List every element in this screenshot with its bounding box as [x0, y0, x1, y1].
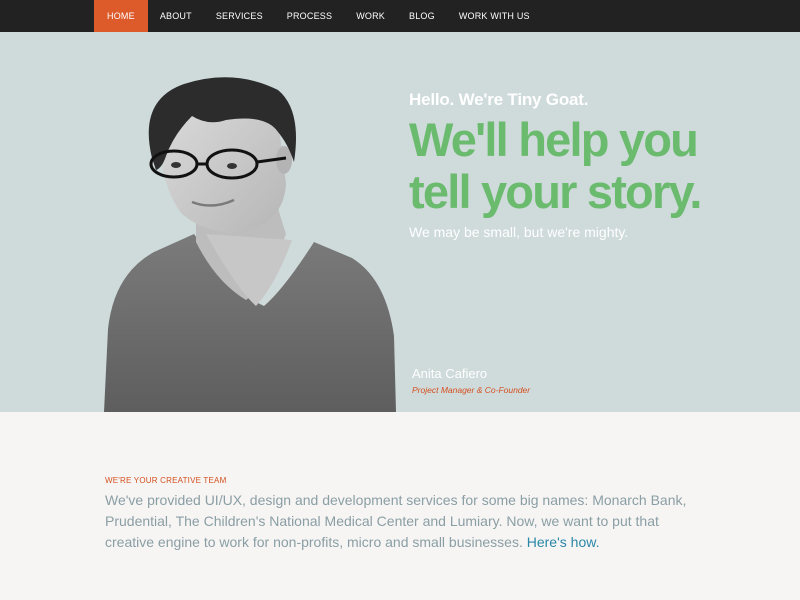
hero-copy: Hello. We're Tiny Goat. We'll help you t… — [409, 90, 789, 240]
nav-item-about[interactable]: ABOUT — [148, 0, 204, 32]
hero-headline: We'll help you tell your story. — [409, 114, 789, 218]
team-member-name: Anita Cafiero — [412, 366, 488, 381]
hero-tagline: We may be small, but we're mighty. — [409, 224, 629, 240]
hero-banner: Hello. We're Tiny Goat. We'll help you t… — [0, 32, 800, 412]
nav-menu: HOME ABOUT SERVICES PROCESS WORK BLOG WO… — [94, 0, 542, 32]
nav-item-work-with-us[interactable]: WORK WITH US — [447, 0, 542, 32]
heres-how-link[interactable]: Here's how. — [527, 534, 600, 550]
hero-headline-line-2: tell your story. — [409, 165, 702, 218]
team-member-photo — [104, 77, 396, 412]
nav-item-blog[interactable]: BLOG — [397, 0, 447, 32]
intro-paragraph: We've provided UI/UX, design and develop… — [105, 490, 705, 553]
nav-item-home[interactable]: HOME — [94, 0, 148, 32]
intro-section: WE'RE YOUR CREATIVE TEAM We've provided … — [105, 476, 705, 553]
section-label: WE'RE YOUR CREATIVE TEAM — [105, 476, 227, 485]
nav-item-services[interactable]: SERVICES — [204, 0, 275, 32]
hero-greeting: Hello. We're Tiny Goat. — [409, 90, 589, 109]
nav-item-work[interactable]: WORK — [344, 0, 397, 32]
top-navigation: HOME ABOUT SERVICES PROCESS WORK BLOG WO… — [0, 0, 800, 32]
hero-headline-line-1: We'll help you — [409, 113, 699, 166]
photo-caption: Anita Cafiero Project Manager & Co-Found… — [412, 366, 530, 395]
nav-item-process[interactable]: PROCESS — [275, 0, 344, 32]
team-member-role: Project Manager & Co-Founder — [412, 385, 531, 395]
